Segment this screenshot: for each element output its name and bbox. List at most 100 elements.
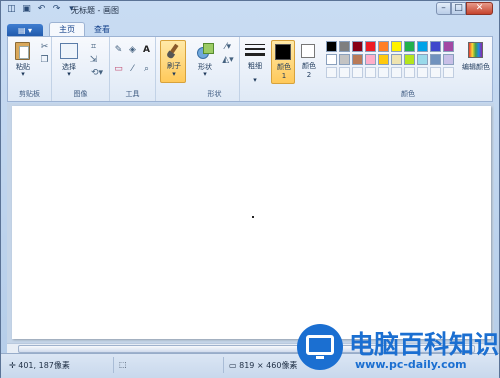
custom-color-swatch[interactable] bbox=[352, 67, 363, 78]
copy-icon[interactable]: ❐ bbox=[39, 55, 50, 66]
status-separator bbox=[113, 357, 114, 373]
brushes-button[interactable]: 刷子 ▾ bbox=[160, 40, 186, 83]
pencil-icon[interactable]: ✎ bbox=[113, 45, 124, 56]
paste-button[interactable]: 粘贴 ▾ bbox=[13, 42, 33, 78]
color-swatch[interactable] bbox=[352, 41, 363, 52]
custom-color-swatch[interactable] bbox=[404, 67, 415, 78]
color-swatch[interactable] bbox=[339, 41, 350, 52]
color-swatch[interactable] bbox=[404, 41, 415, 52]
color-swatch[interactable] bbox=[417, 54, 428, 65]
tab-view[interactable]: 查看 bbox=[85, 23, 119, 37]
color2-button[interactable]: 颜色 2 bbox=[297, 40, 321, 84]
magnifier-icon[interactable]: ⌕ bbox=[141, 64, 152, 75]
color-swatch[interactable] bbox=[443, 54, 454, 65]
color-swatch[interactable] bbox=[391, 41, 402, 52]
shapes-group: 形状 ▾ ⁄▾ ◭▾ 形状 bbox=[190, 37, 240, 101]
color-swatch[interactable] bbox=[365, 54, 376, 65]
size-dropdown-icon: ▾ bbox=[253, 76, 257, 84]
color1-swatch bbox=[275, 44, 291, 60]
edit-colors-button[interactable]: 编辑颜色 bbox=[460, 40, 492, 84]
cursor-position: ✛ 401, 187像素 bbox=[9, 360, 70, 371]
paint-window: ◫ ▣ ↶ ↷ ▾ 无标题 - 画图 – □ ✕ ▤ ▾ 主页 查看 粘贴 ▾ bbox=[0, 0, 500, 378]
color2-label: 颜色 2 bbox=[302, 62, 316, 79]
select-button[interactable]: 选择 ▾ bbox=[58, 42, 80, 78]
custom-color-swatch[interactable] bbox=[430, 67, 441, 78]
canvas-size-value: 819 × 460像素 bbox=[239, 361, 298, 370]
brush-icon bbox=[165, 43, 181, 60]
size-group: 粗细 ▾ bbox=[240, 37, 270, 101]
shapes-group-label: 形状 bbox=[207, 90, 222, 98]
custom-color-swatch[interactable] bbox=[326, 67, 337, 78]
ribbon-tabs: ▤ ▾ 主页 查看 bbox=[7, 22, 119, 37]
rotate-icon[interactable]: ⟲▾ bbox=[88, 68, 106, 79]
color-swatch[interactable] bbox=[352, 54, 363, 65]
color-swatch[interactable] bbox=[443, 41, 454, 52]
size-label: 粗细 bbox=[248, 62, 262, 70]
title-bar: ◫ ▣ ↶ ↷ ▾ 无标题 - 画图 – □ ✕ bbox=[1, 1, 499, 20]
color-swatch[interactable] bbox=[326, 41, 337, 52]
image-group: 选择 ▾ ⌗ ⇲ ⟲▾ 图像 bbox=[52, 37, 110, 101]
cursor-position-value: 401, 187像素 bbox=[18, 361, 70, 370]
color-swatch[interactable] bbox=[430, 54, 441, 65]
fill-style-icon[interactable]: ◭▾ bbox=[220, 55, 236, 66]
canvas-size: ▭ 819 × 460像素 bbox=[229, 360, 297, 371]
custom-color-swatch[interactable] bbox=[339, 67, 350, 78]
clipboard-icon bbox=[15, 42, 30, 60]
colors-group-label: 颜色 bbox=[401, 90, 415, 98]
window-title: 无标题 - 画图 bbox=[71, 6, 119, 15]
select-rectangle-icon bbox=[60, 43, 78, 59]
paste-dropdown-icon: ▾ bbox=[21, 70, 25, 78]
crosshair-icon: ✛ bbox=[9, 361, 16, 370]
clipboard-group: 粘贴 ▾ ✂ ❐ 剪贴板 bbox=[8, 37, 52, 101]
maximize-button[interactable]: □ bbox=[451, 2, 466, 15]
ribbon: 粘贴 ▾ ✂ ❐ 剪贴板 选择 ▾ ⌗ ⇲ ⟲▾ 图像 ✎ ◈ A ▭ ⁄ ⌕ … bbox=[7, 36, 493, 102]
color-swatch[interactable] bbox=[378, 54, 389, 65]
fill-icon[interactable]: ◈ bbox=[127, 45, 138, 56]
clipboard-group-label: 剪贴板 bbox=[19, 90, 40, 98]
tab-home[interactable]: 主页 bbox=[49, 22, 85, 37]
close-button[interactable]: ✕ bbox=[466, 2, 493, 15]
watermark: 电脑百科知识 www.pc-daily.com bbox=[297, 323, 500, 378]
color-picker-icon[interactable]: ⁄ bbox=[127, 64, 138, 75]
line-weight-icon bbox=[245, 43, 265, 59]
cut-icon[interactable]: ✂ bbox=[39, 42, 50, 53]
color-swatch[interactable] bbox=[417, 41, 428, 52]
watermark-url: www.pc-daily.com bbox=[355, 358, 467, 371]
drawing-canvas[interactable] bbox=[12, 106, 491, 339]
tools-group: ✎ ◈ A ▭ ⁄ ⌕ 工具 bbox=[110, 37, 156, 101]
custom-color-swatch[interactable] bbox=[378, 67, 389, 78]
cursor-dot bbox=[252, 216, 254, 218]
shapes-icon bbox=[197, 43, 214, 59]
edit-colors-icon bbox=[468, 42, 483, 58]
color-swatch[interactable] bbox=[430, 41, 441, 52]
canvas-size-icon: ▭ bbox=[229, 361, 237, 370]
custom-color-swatch[interactable] bbox=[391, 67, 402, 78]
color-swatch[interactable] bbox=[391, 54, 402, 65]
color-swatch[interactable] bbox=[378, 41, 389, 52]
size-button[interactable]: 粗细 ▾ bbox=[243, 42, 267, 84]
eraser-icon[interactable]: ▭ bbox=[113, 64, 124, 75]
color-swatch[interactable] bbox=[365, 41, 376, 52]
select-dropdown-icon: ▾ bbox=[67, 70, 71, 78]
brushes-dropdown-icon: ▾ bbox=[172, 70, 176, 78]
outline-icon[interactable]: ⁄▾ bbox=[220, 42, 236, 53]
custom-color-swatch[interactable] bbox=[443, 67, 454, 78]
custom-color-swatch[interactable] bbox=[365, 67, 376, 78]
crop-icon[interactable]: ⌗ bbox=[88, 42, 99, 53]
resize-icon[interactable]: ⇲ bbox=[88, 55, 99, 66]
brushes-group: 刷子 ▾ bbox=[156, 37, 190, 101]
custom-color-swatch[interactable] bbox=[417, 67, 428, 78]
edit-colors-label: 编辑颜色 bbox=[462, 63, 490, 71]
text-icon[interactable]: A bbox=[141, 45, 152, 56]
colors-group: 编辑颜色 颜色 bbox=[322, 37, 494, 101]
monitor-stand bbox=[316, 356, 324, 359]
color-swatch[interactable] bbox=[339, 54, 350, 65]
minimize-button[interactable]: – bbox=[436, 2, 451, 15]
color-swatch[interactable] bbox=[404, 54, 415, 65]
color2-swatch bbox=[301, 44, 315, 58]
shapes-button[interactable]: 形状 ▾ bbox=[194, 42, 216, 78]
color-swatch[interactable] bbox=[326, 54, 337, 65]
color1-label: 颜色 1 bbox=[277, 63, 291, 80]
image-group-label: 图像 bbox=[73, 90, 88, 98]
color1-button[interactable]: 颜色 1 bbox=[271, 40, 295, 84]
